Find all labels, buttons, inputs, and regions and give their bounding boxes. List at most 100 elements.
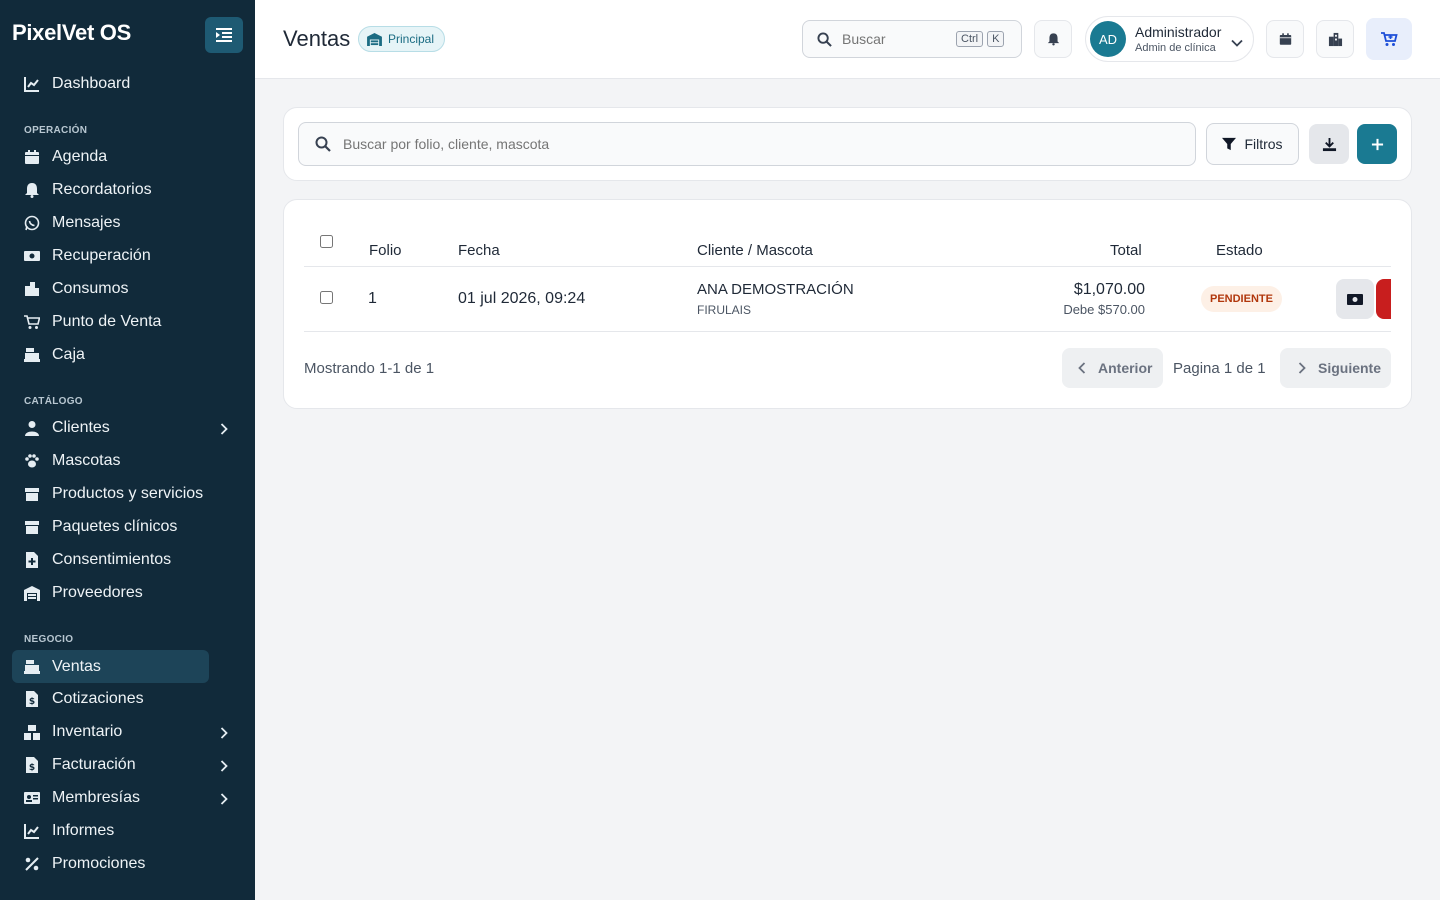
warehouse-icon xyxy=(24,585,40,601)
chevron-right-icon xyxy=(220,759,228,777)
sidebar-item-consumos[interactable]: Consumos xyxy=(12,272,209,305)
cash-register-icon xyxy=(24,347,40,363)
sidebar-item-mensajes[interactable]: Mensajes xyxy=(12,206,209,239)
sidebar-item-label: Agenda xyxy=(52,147,108,165)
col-cliente[interactable]: Cliente / Mascota xyxy=(697,242,813,259)
sidebar-item-label: Consumos xyxy=(52,279,129,297)
warehouse-icon xyxy=(367,32,382,46)
branch-badge[interactable]: Principal xyxy=(358,26,446,52)
export-button[interactable] xyxy=(1309,124,1349,164)
sidebar-item-facturacion[interactable]: $ Facturación xyxy=(12,748,228,781)
sidebar-item-label: Mascotas xyxy=(52,451,121,469)
avatar: AD xyxy=(1090,21,1126,57)
pay-button[interactable] xyxy=(1336,279,1374,319)
user-icon xyxy=(24,420,40,436)
row-divider xyxy=(304,331,1391,332)
sidebar-item-caja[interactable]: Caja xyxy=(12,338,209,371)
sidebar-item-clientes[interactable]: Clientes xyxy=(12,411,228,444)
sidebar-item-mascotas[interactable]: Mascotas xyxy=(12,444,209,477)
sidebar-item-promociones[interactable]: Promociones xyxy=(12,847,209,880)
chevron-down-icon xyxy=(1231,34,1243,52)
building-icon xyxy=(1328,32,1342,46)
sidebar-item-recuperacion[interactable]: Recuperación xyxy=(12,239,209,272)
sidebar-item-label: Clientes xyxy=(52,418,110,436)
sidebar-item-cotizaciones[interactable]: $ Cotizaciones xyxy=(12,682,209,715)
row-checkbox[interactable] xyxy=(320,291,333,304)
cart-icon xyxy=(24,314,40,330)
chevron-right-icon xyxy=(220,726,228,744)
user-menu[interactable]: AD Administrador Admin de clínica xyxy=(1085,16,1254,62)
download-icon xyxy=(1322,137,1336,151)
building-button[interactable] xyxy=(1316,20,1354,58)
list-search[interactable] xyxy=(298,122,1196,166)
file-medical-icon xyxy=(24,551,40,568)
sidebar-item-agenda[interactable]: Agenda xyxy=(12,140,209,173)
id-card-icon xyxy=(24,790,40,806)
sidebar-item-label: Caja xyxy=(52,345,85,363)
boxes-icon xyxy=(24,724,40,740)
box-icon xyxy=(24,486,40,502)
col-folio[interactable]: Folio xyxy=(369,242,402,259)
sidebar-item-label: Cotizaciones xyxy=(52,689,144,707)
prev-page-button[interactable]: Anterior xyxy=(1062,348,1163,388)
col-total[interactable]: Total xyxy=(1110,242,1142,259)
row-debe: Debe $570.00 xyxy=(1063,302,1145,317)
sidebar-item-label: Consentimientos xyxy=(52,550,172,568)
sidebar-item-label: Recuperación xyxy=(52,246,151,264)
kbd-ctrl: Ctrl xyxy=(956,31,984,47)
add-sale-button[interactable] xyxy=(1357,124,1397,164)
sidebar-item-label: Informes xyxy=(52,821,115,839)
calendar-button[interactable] xyxy=(1266,20,1304,58)
section-operacion: OPERACIÓN xyxy=(24,125,88,136)
file-invoice-dollar-icon: $ xyxy=(24,690,40,707)
col-fecha[interactable]: Fecha xyxy=(458,242,500,259)
sidebar-item-paquetes[interactable]: Paquetes clínicos xyxy=(12,510,209,543)
sidebar-item-inventario[interactable]: Inventario xyxy=(12,715,228,748)
next-label: Siguiente xyxy=(1318,360,1382,376)
chevron-left-icon xyxy=(1078,362,1086,374)
whatsapp-icon xyxy=(24,215,40,231)
search-icon xyxy=(315,136,331,152)
branch-label: Principal xyxy=(388,32,435,46)
page-indicator: Pagina 1 de 1 xyxy=(1173,360,1266,377)
sidebar-item-label: Ventas xyxy=(52,657,101,675)
notifications-button[interactable] xyxy=(1034,20,1072,58)
sidebar-item-recordatorios[interactable]: Recordatorios xyxy=(12,173,209,206)
filters-button[interactable]: Filtros xyxy=(1206,123,1299,165)
sidebar-item-label: Dashboard xyxy=(52,74,131,92)
indent-icon xyxy=(216,28,232,42)
toolbar-card: Filtros xyxy=(283,107,1412,181)
chevron-right-icon xyxy=(220,422,228,440)
select-all-checkbox[interactable] xyxy=(320,235,333,248)
col-estado[interactable]: Estado xyxy=(1216,242,1263,259)
sidebar-item-punto-venta[interactable]: Punto de Venta xyxy=(12,305,209,338)
user-role: Admin de clínica xyxy=(1135,42,1216,54)
collapse-sidebar-button[interactable] xyxy=(205,17,243,53)
filter-icon xyxy=(1222,137,1237,151)
calendar-icon xyxy=(24,149,40,165)
sidebar-item-membresias[interactable]: Membresías xyxy=(12,781,228,814)
package-icon xyxy=(24,519,40,535)
sidebar-item-dashboard[interactable]: Dashboard xyxy=(12,67,209,100)
sidebar-item-ventas[interactable]: Ventas xyxy=(12,650,209,683)
pos-cart-button[interactable] xyxy=(1366,18,1412,60)
global-search[interactable]: Ctrl K xyxy=(802,20,1022,58)
prev-label: Anterior xyxy=(1098,360,1153,376)
building-icon xyxy=(24,281,40,297)
next-page-button[interactable]: Siguiente xyxy=(1280,348,1391,388)
sidebar-item-label: Promociones xyxy=(52,854,146,872)
list-search-input[interactable] xyxy=(343,136,1143,152)
sidebar-item-label: Proveedores xyxy=(52,583,143,601)
search-icon xyxy=(817,31,832,47)
sidebar-item-productos[interactable]: Productos y servicios xyxy=(12,477,209,510)
row-mascota: FIRULAIS xyxy=(697,303,752,317)
sidebar-item-proveedores[interactable]: Proveedores xyxy=(12,576,209,609)
sidebar-item-consentimientos[interactable]: Consentimientos xyxy=(12,543,209,576)
sidebar-item-label: Inventario xyxy=(52,722,123,740)
sidebar: PixelVet OS Dashboard OPERACIÓN Agenda R… xyxy=(0,0,255,900)
sidebar-item-informes[interactable]: Informes xyxy=(12,814,209,847)
chart-line-icon xyxy=(24,76,40,92)
money-icon xyxy=(1347,293,1363,305)
delete-button[interactable] xyxy=(1376,279,1391,319)
global-search-input[interactable] xyxy=(842,31,952,47)
